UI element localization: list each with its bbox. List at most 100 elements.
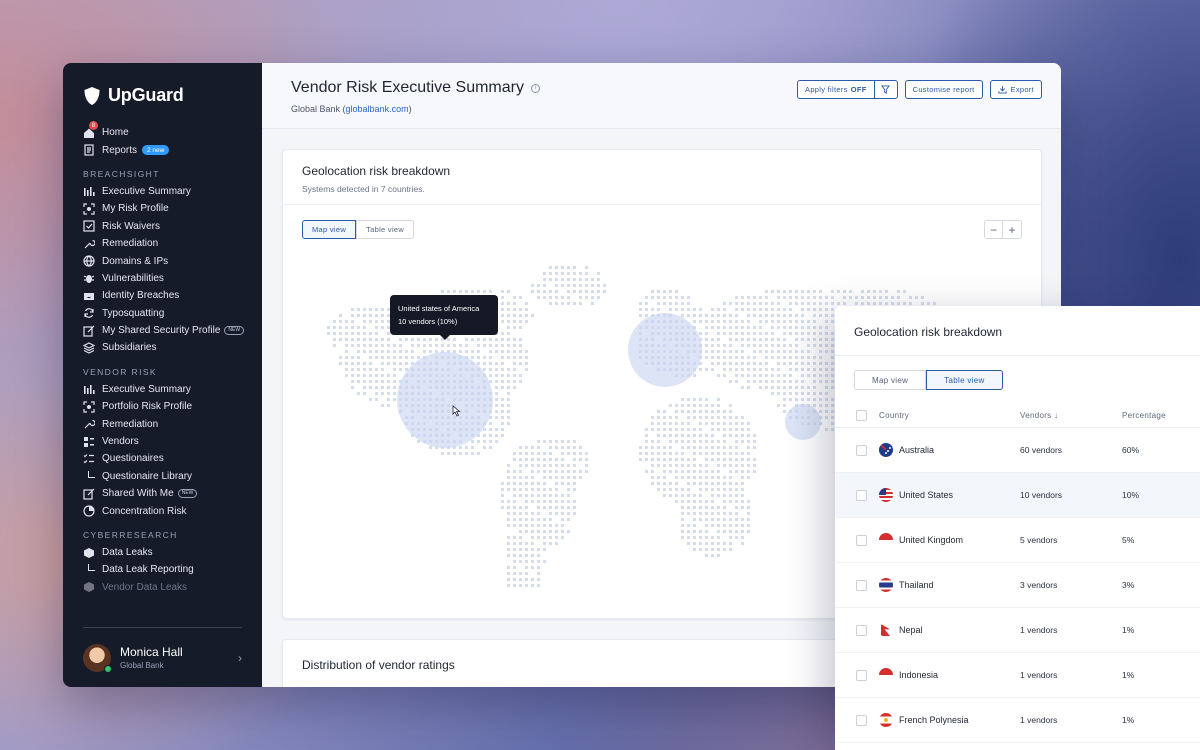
- map-dot: [681, 530, 684, 533]
- map-dot: [375, 380, 378, 383]
- map-dot: [681, 458, 684, 461]
- flag-id-icon: [879, 668, 893, 682]
- sidebar-item-remediation[interactable]: Remediation: [83, 235, 262, 252]
- table-row[interactable]: Nepal 1 vendors 1%: [835, 608, 1200, 653]
- sidebar-item-risk-waivers[interactable]: Risk Waivers: [83, 218, 262, 235]
- map-dot: [789, 392, 792, 395]
- sidebar-item-concentration-risk[interactable]: Concentration Risk: [83, 502, 262, 519]
- map-dot: [825, 404, 828, 407]
- zoom-out-button[interactable]: −: [984, 220, 1003, 239]
- map-dot: [783, 386, 786, 389]
- sidebar-item-data-leaks[interactable]: Data Leaks: [83, 544, 262, 561]
- org-domain-link[interactable]: globalbank.com: [346, 104, 409, 114]
- table-row[interactable]: United States 10 vendors 10%: [835, 473, 1200, 518]
- map-dot: [507, 398, 510, 401]
- row-checkbox[interactable]: [856, 579, 867, 591]
- map-dot: [795, 296, 798, 299]
- sidebar-item-vulnerabilities[interactable]: Vulnerabilities: [83, 270, 262, 287]
- sidebar-item-shared-with-me[interactable]: Shared With Me NEW: [83, 485, 262, 502]
- map-dot: [495, 368, 498, 371]
- sidebar-item-label: Executive Summary: [102, 185, 191, 197]
- map-dot: [771, 320, 774, 323]
- panel-map-view-tab[interactable]: Map view: [854, 370, 927, 390]
- table-row[interactable]: Indonesia 1 vendors 1%: [835, 653, 1200, 698]
- table-row[interactable]: French Polynesia 1 vendors 1%: [835, 698, 1200, 743]
- map-dot: [795, 302, 798, 305]
- sidebar-item-home[interactable]: 8 Home: [83, 121, 262, 141]
- row-checkbox[interactable]: [856, 534, 867, 546]
- sidebar-item-my-shared-security-profile[interactable]: My Shared Security Profile NEW: [83, 322, 262, 339]
- bubble-united-kingdom[interactable]: [628, 313, 702, 387]
- map-dot: [513, 560, 516, 563]
- sidebar-item-typosquatting[interactable]: Typosquatting: [83, 305, 262, 322]
- row-checkbox[interactable]: [856, 669, 867, 681]
- panel-table-view-tab[interactable]: Table view: [926, 370, 1003, 390]
- column-vendors[interactable]: Vendors ↓: [1020, 411, 1122, 420]
- map-dot: [567, 476, 570, 479]
- apply-filters-button[interactable]: Apply filters OFF: [797, 80, 898, 99]
- sidebar-item-subsidiaries[interactable]: Subsidiaries: [83, 339, 262, 356]
- export-button[interactable]: Export: [989, 80, 1042, 99]
- map-dot: [705, 506, 708, 509]
- map-dot: [525, 494, 528, 497]
- bubble-thailand[interactable]: [785, 404, 821, 440]
- sidebar-item-questionaire-library[interactable]: Questionaire Library: [83, 468, 262, 485]
- map-dot: [771, 392, 774, 395]
- bubble-united-states[interactable]: [397, 352, 493, 448]
- sidebar-item-portfolio-risk-profile[interactable]: Portfolio Risk Profile: [83, 398, 262, 415]
- user-menu[interactable]: Monica Hall Global Bank ›: [83, 627, 242, 687]
- map-dot: [915, 296, 918, 299]
- map-dot: [549, 470, 552, 473]
- table-view-tab[interactable]: Table view: [356, 220, 415, 239]
- map-dot: [813, 326, 816, 329]
- row-checkbox[interactable]: [856, 444, 867, 456]
- map-dot: [723, 428, 726, 431]
- map-dot: [519, 314, 522, 317]
- zoom-in-button[interactable]: +: [1003, 220, 1022, 239]
- map-dot: [687, 398, 690, 401]
- map-view-tab[interactable]: Map view: [302, 220, 357, 239]
- sidebar-item-domains-ips[interactable]: Domains & IPs: [83, 252, 262, 269]
- map-dot: [471, 338, 474, 341]
- table-row[interactable]: United Kingdom 5 vendors 5%: [835, 518, 1200, 563]
- map-dot: [525, 506, 528, 509]
- sidebar-item-remediation[interactable]: Remediation: [83, 415, 262, 432]
- sidebar-item-my-risk-profile[interactable]: My Risk Profile: [83, 200, 262, 217]
- user-org: Global Bank: [120, 661, 164, 670]
- map-dot: [495, 362, 498, 365]
- row-checkbox[interactable]: [856, 489, 867, 501]
- sidebar-item-reports[interactable]: Reports 2 new: [83, 141, 262, 158]
- map-dot: [681, 440, 684, 443]
- map-dot: [543, 542, 546, 545]
- map-dot: [825, 350, 828, 353]
- table-row[interactable]: Thailand 3 vendors 3%: [835, 563, 1200, 608]
- select-all-checkbox[interactable]: [856, 410, 867, 421]
- sidebar-item-questionaires[interactable]: Questionaires: [83, 450, 262, 467]
- sidebar-item-vendors[interactable]: Vendors: [83, 433, 262, 450]
- map-dot: [513, 518, 516, 521]
- sidebar-item-identity-breaches[interactable]: Identity Breaches: [83, 287, 262, 304]
- map-dot: [753, 326, 756, 329]
- sidebar-item-data-leak-reporting[interactable]: Data Leak Reporting: [83, 561, 262, 578]
- customise-report-button[interactable]: Customise report: [904, 80, 983, 99]
- info-icon[interactable]: i: [530, 83, 540, 93]
- map-dot: [789, 368, 792, 371]
- map-dot: [459, 452, 462, 455]
- map-dot: [717, 482, 720, 485]
- sidebar-item-executive-summary[interactable]: Executive Summary: [83, 183, 262, 200]
- row-checkbox[interactable]: [856, 714, 867, 726]
- column-percentage[interactable]: Percentage: [1122, 411, 1166, 420]
- map-dot: [759, 374, 762, 377]
- map-dot: [717, 428, 720, 431]
- map-dot: [501, 368, 504, 371]
- map-dot: [525, 566, 528, 569]
- sidebar-item-vendor-data-leaks[interactable]: Vendor Data Leaks: [83, 579, 262, 596]
- map-dot: [585, 278, 588, 281]
- map-dot: [387, 392, 390, 395]
- map-dot: [699, 494, 702, 497]
- column-country[interactable]: Country: [879, 411, 1020, 420]
- brand-logo[interactable]: UpGuard: [83, 85, 262, 106]
- sidebar-item-executive-summary[interactable]: Executive Summary: [83, 381, 262, 398]
- table-row[interactable]: Australia 60 vendors 60%: [835, 428, 1200, 473]
- row-checkbox[interactable]: [856, 624, 867, 636]
